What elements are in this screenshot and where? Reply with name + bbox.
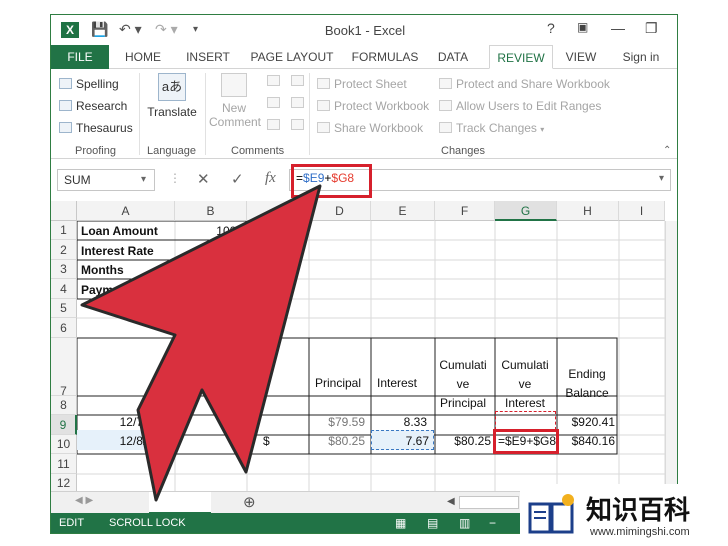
book-lightbulb-icon [528, 494, 574, 534]
watermark-badge: 知识百科 www.mimingshi.com [520, 484, 728, 546]
red-arrow [80, 184, 322, 502]
watermark-title: 知识百科 [586, 496, 691, 526]
watermark-url: www.mimingshi.com [590, 526, 690, 538]
arrow-shape [80, 184, 322, 502]
screenshot: { "window": {"title": "Book1 - Excel", "… [0, 0, 728, 546]
